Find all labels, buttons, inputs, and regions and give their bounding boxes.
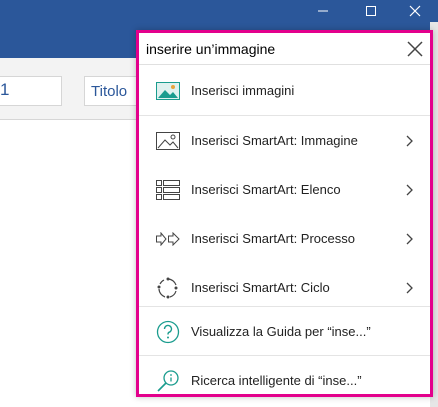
search-row [139, 33, 430, 65]
font-size-box[interactable]: 1 [0, 76, 62, 106]
menu-item-insert-pictures[interactable]: Inserisci immagini [139, 66, 430, 115]
style-label: Titolo [91, 83, 128, 100]
tell-me-search-input[interactable] [146, 37, 396, 61]
smartart-picture-icon [156, 129, 180, 153]
menu-item-label: Inserisci SmartArt: Immagine [191, 133, 358, 148]
chevron-right-icon [406, 282, 413, 293]
smartart-process-icon [156, 227, 180, 251]
style-gallery-item[interactable]: Titolo [84, 76, 144, 106]
font-size-value: 1 [0, 80, 10, 99]
smartart-list-icon [156, 178, 180, 202]
close-icon[interactable] [392, 0, 438, 22]
smart-lookup-icon [156, 369, 180, 393]
menu-item-label: Inserisci SmartArt: Processo [191, 231, 355, 246]
menu-item-smartart-list[interactable]: Inserisci SmartArt: Elenco [139, 165, 430, 214]
menu-item-label: Inserisci immagini [191, 83, 295, 98]
chevron-right-icon [406, 135, 413, 146]
menu-item-label: Inserisci SmartArt: Ciclo [191, 280, 330, 295]
menu-item-smartart-process[interactable]: Inserisci SmartArt: Processo [139, 214, 430, 263]
chevron-right-icon [406, 233, 413, 244]
menu-item-label: Ricerca intelligente di “inse...” [191, 373, 362, 388]
title-bar [0, 0, 438, 22]
minimize-icon[interactable] [300, 0, 346, 22]
image-icon [156, 79, 180, 103]
maximize-icon[interactable] [348, 0, 394, 22]
clear-search-button[interactable] [404, 38, 426, 60]
menu-item-smartart-cycle[interactable]: Inserisci SmartArt: Ciclo [139, 263, 430, 312]
smartart-cycle-icon [156, 276, 180, 300]
close-icon [407, 41, 423, 57]
help-icon [156, 320, 180, 344]
menu-item-smartart-picture[interactable]: Inserisci SmartArt: Immagine [139, 116, 430, 165]
menu-item-smart-lookup[interactable]: Ricerca intelligente di “inse...” [139, 356, 430, 405]
chevron-right-icon [406, 184, 413, 195]
menu-item-label: Visualizza la Guida per “inse...” [191, 324, 371, 339]
menu-item-label: Inserisci SmartArt: Elenco [191, 182, 341, 197]
menu-item-help[interactable]: Visualizza la Guida per “inse...” [139, 307, 430, 356]
tell-me-panel: Inserisci immagini Inserisci SmartArt: I… [136, 30, 433, 397]
